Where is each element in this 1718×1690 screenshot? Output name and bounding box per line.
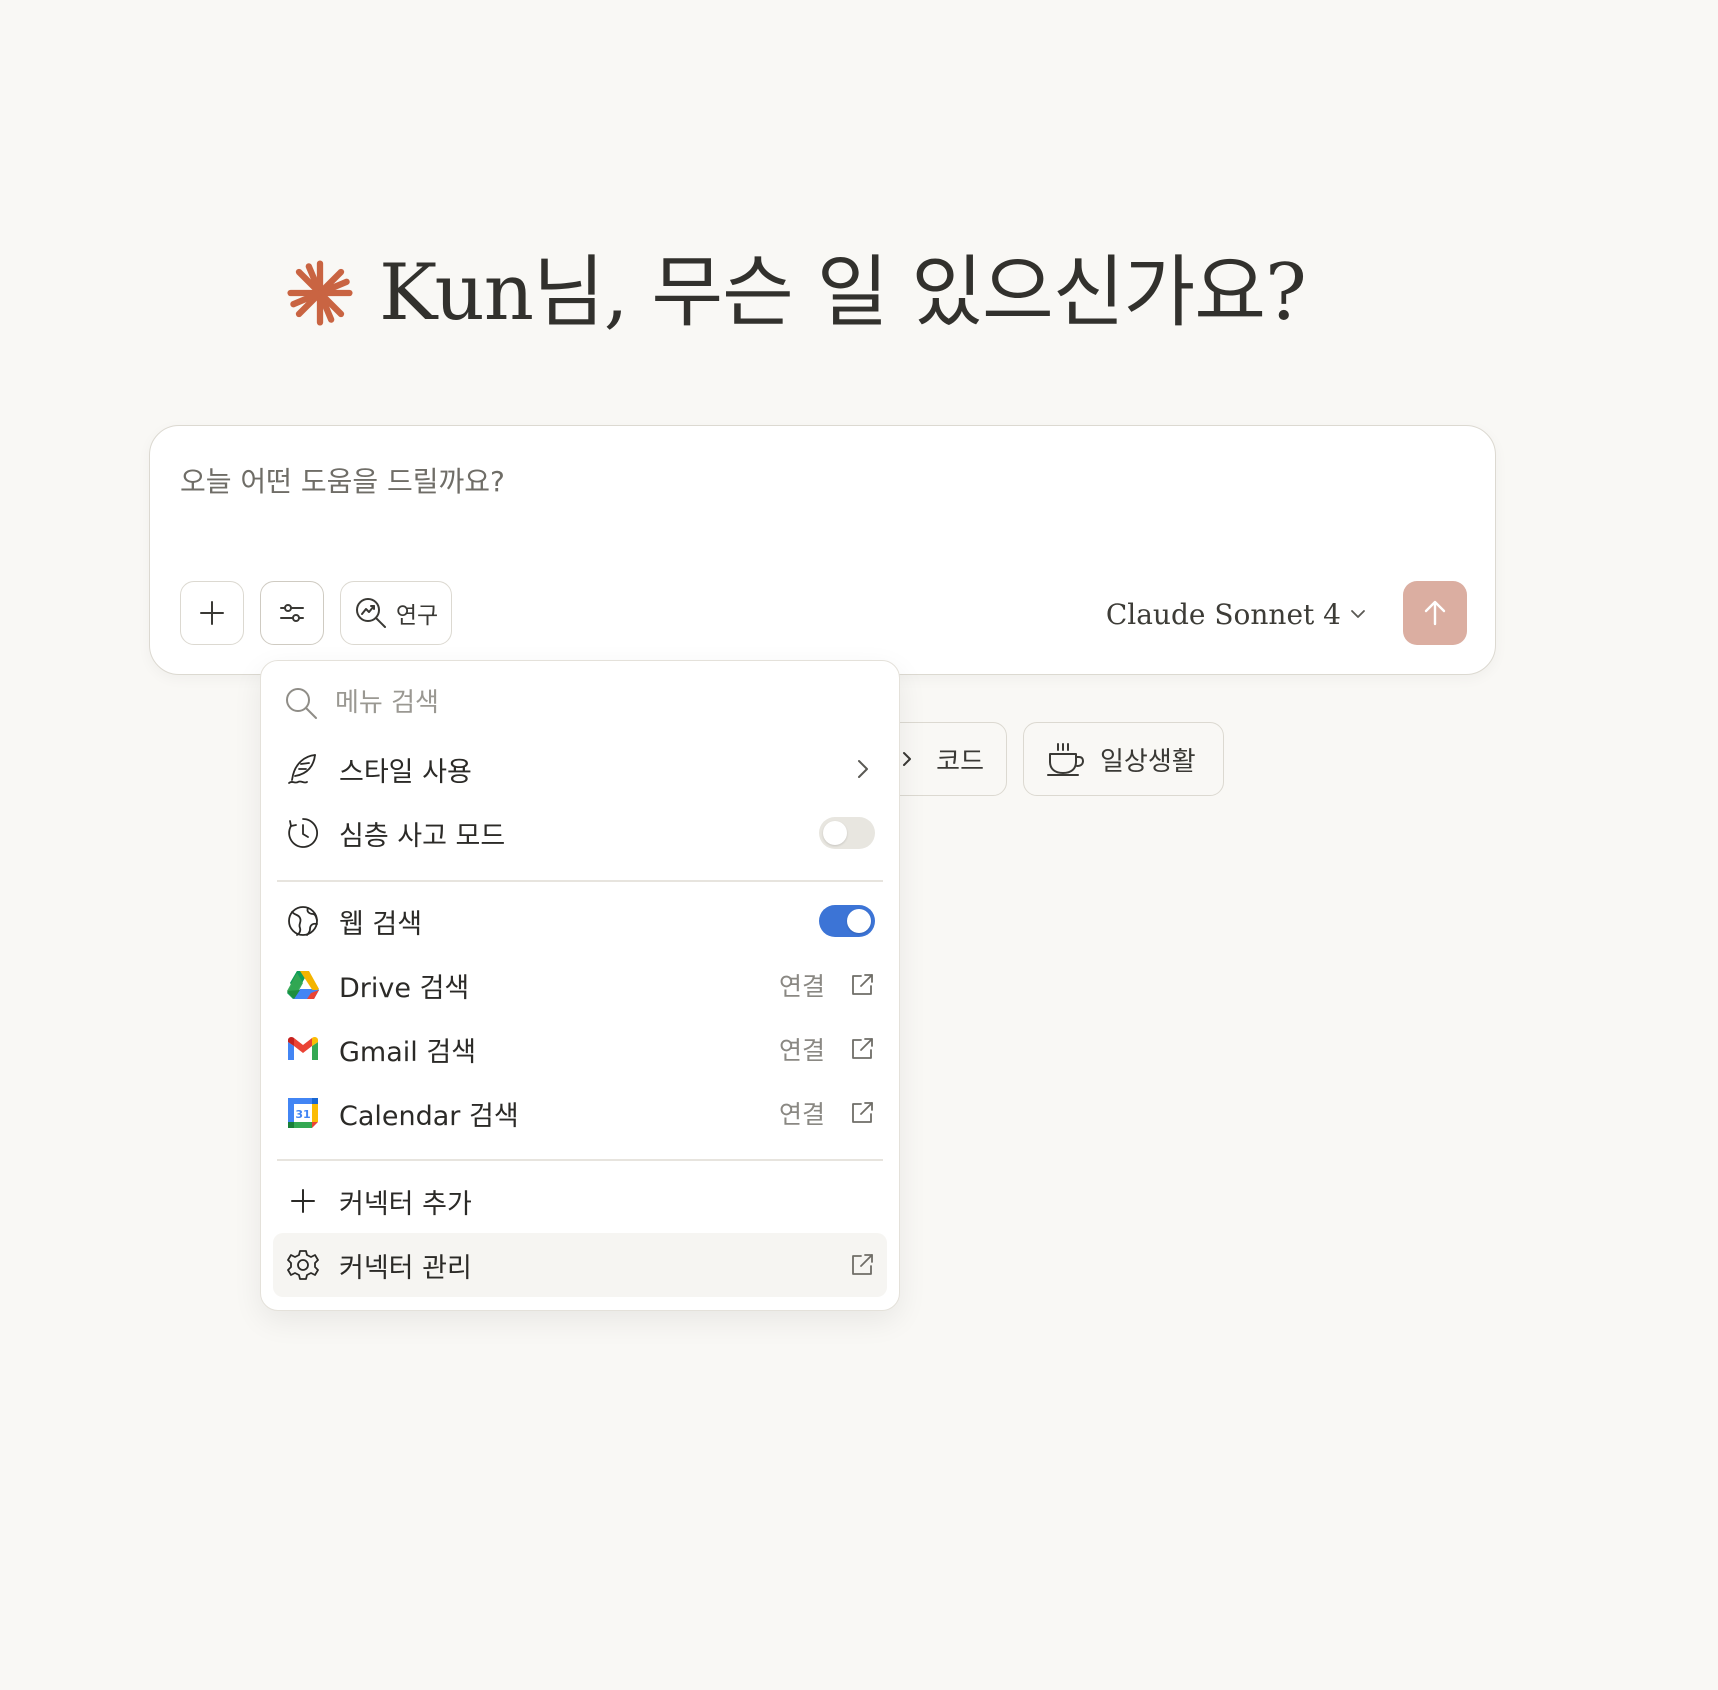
calendar-day-number: 31 xyxy=(295,1108,310,1121)
external-link-icon[interactable] xyxy=(849,972,875,998)
search-icon xyxy=(286,688,317,719)
research-label: 연구 xyxy=(395,603,439,629)
menu-item-drive-search[interactable]: Drive 검색 연결 xyxy=(273,953,887,1017)
tools-settings-button[interactable] xyxy=(260,581,324,645)
menu-item-add-connector[interactable]: 커넥터 추가 xyxy=(273,1169,887,1233)
sliders-icon xyxy=(280,604,304,622)
connect-label[interactable]: 연결 xyxy=(779,1095,825,1131)
research-magnifier-icon xyxy=(355,598,386,628)
chat-composer: 연구 Claude Sonnet 4 xyxy=(149,425,1496,675)
gmail-icon xyxy=(285,1031,321,1067)
menu-item-manage-connectors[interactable]: 커넥터 관리 xyxy=(273,1233,887,1297)
menu-item-calendar-search[interactable]: 31 Calendar 검색 연결 xyxy=(273,1081,887,1145)
external-link-icon[interactable] xyxy=(849,1036,875,1062)
external-link-icon[interactable] xyxy=(849,1100,875,1126)
menu-search xyxy=(283,681,879,725)
toggle-knob xyxy=(847,909,871,933)
tools-menu: 스타일 사용 심층 사고 모드 xyxy=(260,660,900,1311)
chevron-down-icon xyxy=(1351,610,1365,618)
web-search-toggle[interactable] xyxy=(819,905,875,937)
google-calendar-icon: 31 xyxy=(285,1095,321,1131)
model-name: Claude Sonnet 4 xyxy=(1105,597,1341,631)
menu-item-extended-thinking[interactable]: 심층 사고 모드 xyxy=(273,801,887,865)
chevron-right-icon xyxy=(858,760,868,778)
chat-input[interactable] xyxy=(180,456,1280,506)
arrow-up-icon xyxy=(1424,600,1446,626)
clock-icon xyxy=(285,815,321,851)
toggle-knob xyxy=(823,821,847,845)
coffee-cup-icon xyxy=(1047,743,1084,776)
menu-item-label: 커넥터 관리 xyxy=(339,1252,472,1284)
google-drive-icon xyxy=(285,967,321,1003)
send-button[interactable] xyxy=(1403,581,1467,645)
feather-pen-icon xyxy=(285,751,321,787)
menu-item-label: Calendar 검색 xyxy=(339,1100,519,1132)
greeting: Kun님, 무슨 일 있으신가요? xyxy=(285,238,1307,348)
menu-item-label: 커넥터 추가 xyxy=(339,1188,472,1220)
greeting-title: Kun님, 무슨 일 있으신가요? xyxy=(379,248,1307,338)
suggestion-chip-daily-life[interactable]: 일상생활 xyxy=(1023,722,1224,796)
menu-item-web-search[interactable]: 웹 검색 xyxy=(273,889,887,953)
menu-item-label: 웹 검색 xyxy=(339,908,423,940)
menu-search-input[interactable] xyxy=(335,688,835,718)
menu-divider xyxy=(277,1159,883,1161)
menu-item-label: Drive 검색 xyxy=(339,972,470,1004)
add-attachment-button[interactable] xyxy=(180,581,244,645)
chip-label: 코드 xyxy=(936,746,984,777)
connect-label[interactable]: 연결 xyxy=(779,1031,825,1067)
menu-item-use-style[interactable]: 스타일 사용 xyxy=(273,737,887,801)
plus-icon xyxy=(285,1183,321,1219)
gear-icon xyxy=(285,1247,321,1283)
chip-label: 일상생활 xyxy=(1100,746,1196,777)
menu-item-label: 심층 사고 모드 xyxy=(339,820,506,852)
globe-icon xyxy=(285,903,321,939)
connect-label[interactable]: 연결 xyxy=(779,967,825,1003)
model-selector[interactable]: Claude Sonnet 4 xyxy=(1106,594,1367,634)
menu-item-label: 스타일 사용 xyxy=(339,756,472,788)
menu-item-gmail-search[interactable]: Gmail 검색 연결 xyxy=(273,1017,887,1081)
code-icon xyxy=(903,752,912,766)
claude-spark-icon xyxy=(287,260,353,326)
extended-thinking-toggle[interactable] xyxy=(819,817,875,849)
plus-icon xyxy=(200,601,224,625)
external-link-icon[interactable] xyxy=(849,1252,875,1278)
research-button[interactable]: 연구 xyxy=(340,581,452,645)
menu-item-label: Gmail 검색 xyxy=(339,1036,477,1068)
menu-divider xyxy=(277,880,883,882)
